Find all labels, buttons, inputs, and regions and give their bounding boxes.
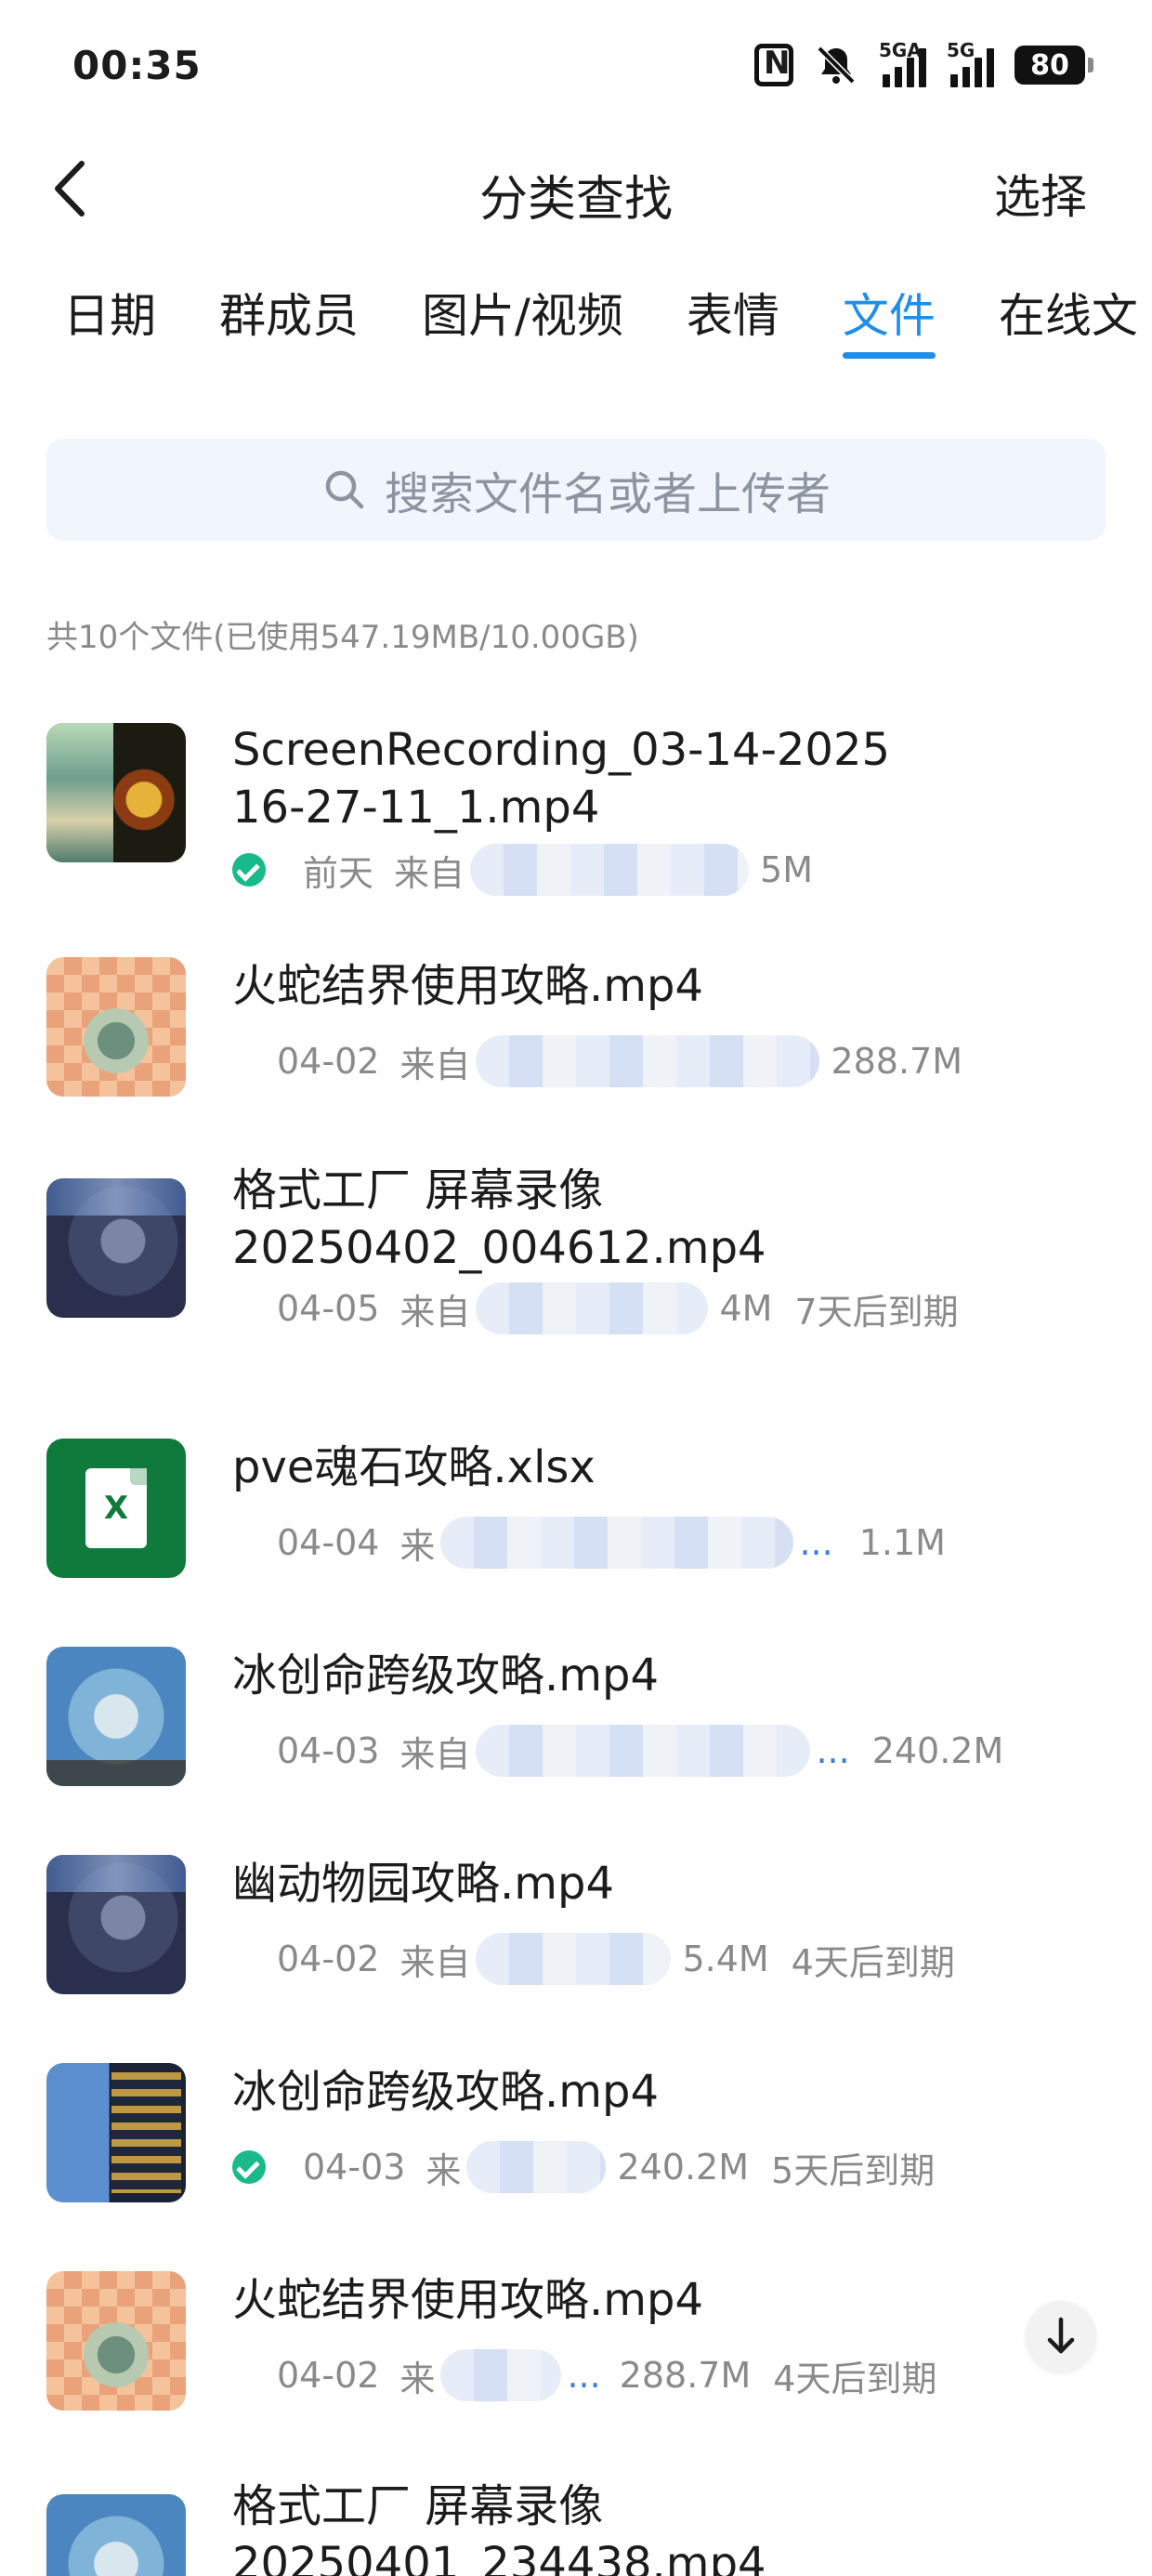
uploader-redacted [466, 2141, 607, 2193]
file-name: 冰创命跨级攻略.mp4 [232, 1649, 660, 1702]
arrow-down-icon [1047, 2317, 1075, 2354]
file-meta: 前天 来自 5M [232, 844, 813, 896]
uploader-redacted [440, 2349, 562, 2401]
signal-5g-icon: 5G [947, 39, 994, 87]
tab-media[interactable]: 图片/视频 [422, 279, 623, 362]
tab-files[interactable]: 文件 [842, 279, 936, 362]
file-name: 格式工厂 屏幕录像 20250402_004612.mp4 [232, 1164, 766, 1274]
storage-summary: 共10个文件(已使用547.19MB/10.00GB) [46, 619, 639, 656]
uploader-redacted [476, 1933, 672, 1985]
file-name: 火蛇结界使用攻略.mp4 [232, 2274, 704, 2326]
top-nav: 分类查找 选择 [0, 139, 1152, 242]
video-thumbnail [46, 1855, 186, 1994]
video-thumbnail [46, 2271, 186, 2411]
select-button[interactable]: 选择 [994, 160, 1087, 227]
tab-members[interactable]: 群成员 [219, 279, 359, 362]
video-thumbnail [46, 2494, 186, 2576]
file-meta: 04-02 来自 5.4M 4天后到期 [232, 1933, 955, 1985]
search-placeholder: 搜索文件名或者上传者 [384, 468, 831, 520]
file-meta: 04-03 来自 ... 240.2M [232, 1725, 1003, 1777]
search-input[interactable]: 搜索文件名或者上传者 [46, 439, 1106, 541]
battery-icon: 80 [1015, 46, 1093, 85]
file-name: pve魂石攻略.xlsx [232, 1441, 596, 1493]
file-meta: 04-02 来 ... 288.7M 4天后到期 [232, 2349, 936, 2401]
video-thumbnail [46, 957, 186, 1097]
file-meta: 04-04 来 ... 1.1M [232, 1517, 946, 1569]
file-name: ScreenRecording_03-14-2025 16-27-11_1.mp… [232, 724, 891, 834]
bell-muted-icon [817, 46, 856, 85]
signal-5ga-icon: 5GA [879, 39, 926, 87]
video-thumbnail [46, 1178, 186, 1318]
tab-stickers[interactable]: 表情 [687, 279, 779, 362]
file-name: 火蛇结界使用攻略.mp4 [232, 960, 704, 1012]
video-thumbnail [46, 723, 186, 862]
uploader-redacted [470, 844, 750, 896]
file-name: 冰创命跨级攻略.mp4 [232, 2066, 660, 2118]
check-circle-icon [232, 2150, 266, 2184]
file-meta: 04-02 来自 288.7M [232, 1035, 962, 1087]
file-name: 格式工厂 屏幕录像 20250401_234438.mp4 [232, 2480, 766, 2576]
status-time: 00:35 [72, 43, 202, 88]
excel-file-icon: X [46, 1439, 186, 1578]
file-category-page: 00:35 5GA 5G 80 [0, 0, 1152, 2576]
tab-online-docs[interactable]: 在线文 [999, 279, 1138, 362]
status-icons: 5GA 5G 80 [754, 39, 1093, 89]
uploader-redacted [440, 1517, 794, 1569]
page-title: 分类查找 [478, 172, 673, 228]
uploader-redacted [476, 1725, 811, 1777]
category-tabs: 日期 群成员 图片/视频 表情 文件 在线文 [0, 279, 1152, 372]
check-circle-icon [232, 853, 266, 887]
search-icon [325, 470, 364, 509]
tab-date[interactable]: 日期 [63, 279, 156, 362]
file-meta: 04-03 来 240.2M 5天后到期 [232, 2141, 935, 2193]
file-name: 幽动物园攻略.mp4 [232, 1858, 615, 1910]
scroll-to-bottom-button[interactable] [1026, 2301, 1096, 2372]
nfc-icon [754, 44, 793, 86]
file-meta: 04-05 来自 4M 7天后到期 [232, 1282, 959, 1334]
status-bar: 00:35 5GA 5G 80 [0, 0, 1152, 139]
uploader-redacted [476, 1035, 820, 1087]
video-thumbnail [46, 1647, 186, 1786]
video-thumbnail [46, 2063, 186, 2202]
uploader-redacted [476, 1282, 709, 1334]
